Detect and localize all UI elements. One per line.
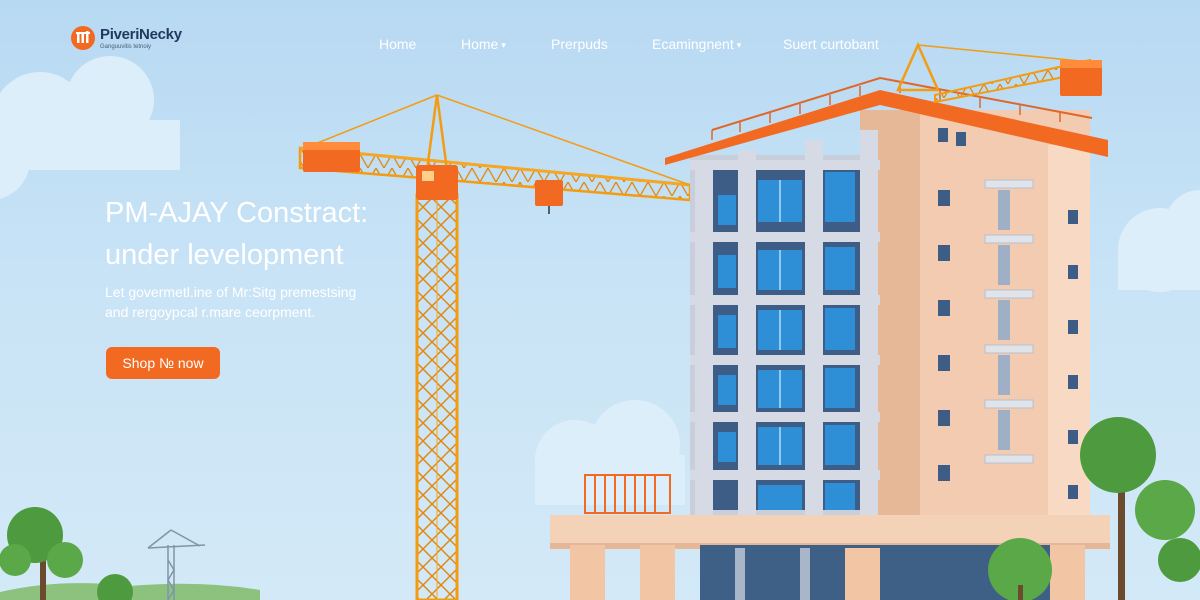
- hero-subtitle-line-2: and rergoypcal r.mare ceorpment.: [105, 304, 316, 320]
- nav-item-ecamingnent-dropdown[interactable]: Ecamingnent ▾: [652, 36, 741, 52]
- chevron-down-icon: ▾: [501, 39, 506, 50]
- chevron-down-icon: ▾: [736, 39, 742, 50]
- nav-item-suert-curtobant[interactable]: Suert curtobant: [783, 36, 879, 52]
- nav-item-prerpuds[interactable]: Prerpuds: [551, 36, 608, 52]
- hero-subtitle: Let govermetl.ine of Mr:Sitg premestsing…: [105, 282, 356, 322]
- nav-item-label: Suert curtobant: [783, 36, 879, 52]
- nav-item-label: Home: [379, 36, 417, 52]
- shop-now-button[interactable]: Shop № now: [106, 347, 220, 379]
- hero-subtitle-line-1: Let govermetl.ine of Mr:Sitg premestsing: [105, 284, 357, 300]
- hero-title: PM-AJAY Constract: under levelopment: [105, 192, 368, 276]
- building-under-construction: [550, 76, 1110, 600]
- nav-item-label: Ecamingnent: [652, 36, 734, 52]
- nav-item-home-dropdown[interactable]: Home ▾: [461, 36, 506, 52]
- nav-item-label: Home: [461, 36, 499, 52]
- nav-item-home[interactable]: Home: [379, 36, 416, 52]
- hero-title-line-1: PM-AJAY Constract:: [105, 197, 369, 229]
- nav-item-label: Prerpuds: [551, 36, 608, 52]
- hero-title-line-2: under levelopment: [105, 239, 344, 271]
- main-nav: Home Home ▾ Prerpuds Ecamingnent ▾ Suert c…: [0, 36, 1200, 56]
